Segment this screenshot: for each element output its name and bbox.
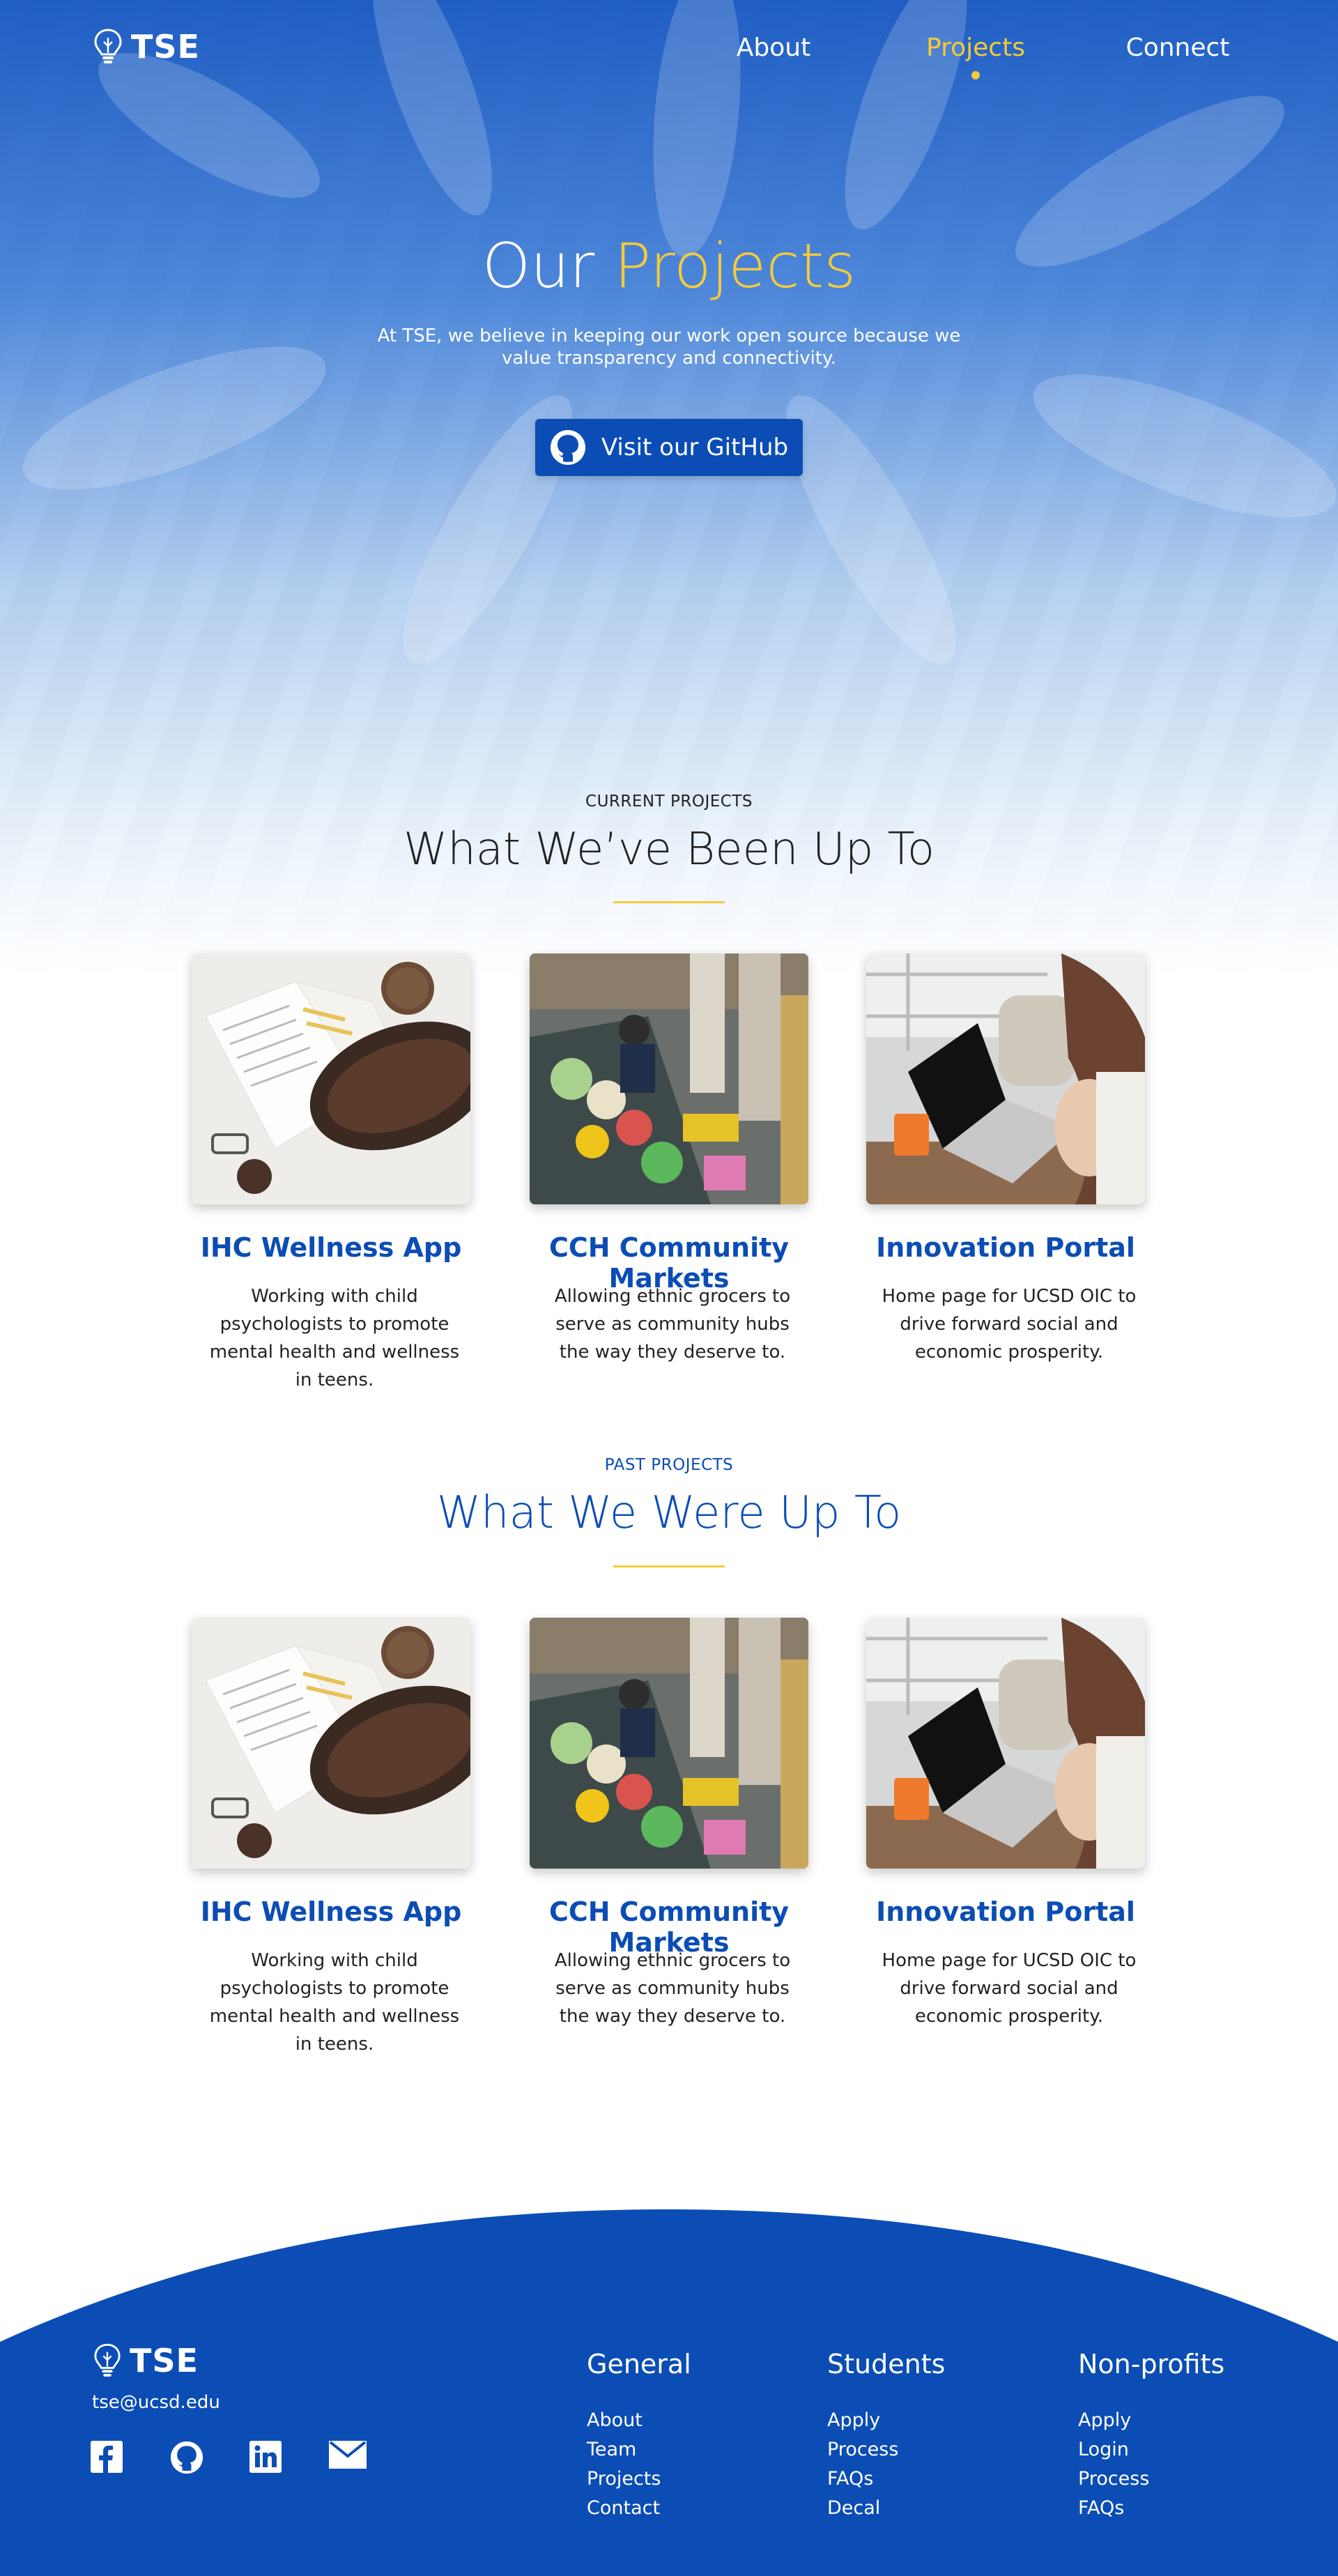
github-button[interactable]: Visit our GitHub bbox=[535, 419, 803, 476]
lightbulb-icon bbox=[94, 2343, 121, 2377]
footer-link-apply[interactable]: Apply bbox=[827, 2406, 945, 2435]
page-title-plain: Our bbox=[482, 230, 595, 302]
footer-logo[interactable]: TSE bbox=[93, 2342, 199, 2379]
footer-logo-text: TSE bbox=[130, 2342, 199, 2379]
logo-text: TSE bbox=[131, 28, 200, 66]
site-logo[interactable]: TSE bbox=[93, 28, 200, 66]
past-projects-kicker: PAST PROJECTS bbox=[604, 1456, 734, 1474]
project-description: Home page for UCSD OIC to drive forward … bbox=[882, 1950, 1137, 2027]
footer-link-login[interactable]: Login bbox=[1078, 2435, 1224, 2464]
footer-link-projects[interactable]: Projects bbox=[587, 2464, 691, 2494]
floating-market-photo bbox=[530, 1618, 808, 1869]
github-icon bbox=[550, 430, 585, 465]
nav-links: About Projects Connect bbox=[711, 33, 1240, 79]
footer-column-general: General About Team Projects Contact bbox=[587, 2349, 691, 2523]
active-indicator-dot bbox=[971, 71, 980, 79]
footer-link-decal[interactable]: Decal bbox=[827, 2494, 945, 2523]
past-projects-title: What We Were Up To bbox=[436, 1487, 902, 1539]
nav-link-projects-label: Projects bbox=[926, 33, 1025, 62]
footer-link-apply[interactable]: Apply bbox=[1078, 2406, 1224, 2435]
project-title: IHC Wellness App bbox=[200, 1896, 462, 1927]
page-title: Our Projects bbox=[0, 230, 1338, 302]
footer-link-team[interactable]: Team bbox=[587, 2435, 691, 2464]
github-button-label: Visit our GitHub bbox=[601, 434, 789, 461]
mail-icon[interactable] bbox=[329, 2441, 367, 2477]
site-footer: TSE tse@ucsd.edu General About Team Proj… bbox=[0, 2202, 1338, 2576]
book-and-knitting-photo bbox=[192, 953, 470, 1204]
current-projects-title: What We’ve Been Up To bbox=[403, 824, 935, 875]
github-icon[interactable] bbox=[170, 2441, 206, 2477]
floating-market-photo bbox=[530, 953, 808, 1204]
book-and-knitting-photo bbox=[192, 1618, 470, 1869]
laptop-user-photo bbox=[866, 953, 1145, 1204]
footer-column-heading: General bbox=[587, 2349, 691, 2379]
footer-column-heading: Students bbox=[827, 2349, 946, 2379]
project-description: Home page for UCSD OIC to drive forward … bbox=[882, 1286, 1137, 1363]
footer-link-about[interactable]: About bbox=[587, 2406, 691, 2435]
project-description: Working with child psychologists to prom… bbox=[209, 1950, 460, 2055]
footer-email[interactable]: tse@ucsd.edu bbox=[92, 2392, 220, 2413]
project-description: Allowing ethnic grocers to serve as comm… bbox=[554, 1286, 791, 1363]
footer-column-students: Students Apply Process FAQs Decal bbox=[827, 2349, 945, 2523]
nav-link-about[interactable]: About bbox=[711, 33, 836, 62]
hero-subtitle: At TSE, we believe in keeping our work o… bbox=[377, 325, 961, 369]
current-section-divider bbox=[613, 901, 725, 903]
lightbulb-icon bbox=[94, 29, 122, 63]
project-description: Working with child psychologists to prom… bbox=[209, 1286, 460, 1390]
footer-link-process[interactable]: Process bbox=[827, 2435, 945, 2464]
project-description: Allowing ethnic grocers to serve as comm… bbox=[554, 1950, 791, 2027]
nav-link-projects[interactable]: Projects bbox=[913, 33, 1038, 79]
project-title: IHC Wellness App bbox=[200, 1232, 462, 1263]
nav-link-connect[interactable]: Connect bbox=[1115, 33, 1240, 62]
top-navigation: TSE About Projects Connect bbox=[0, 28, 1338, 79]
footer-column-heading: Non-profits bbox=[1078, 2349, 1225, 2379]
current-projects-kicker: CURRENT PROJECTS bbox=[585, 792, 753, 811]
footer-link-contact[interactable]: Contact bbox=[587, 2494, 691, 2523]
laptop-user-photo bbox=[866, 1618, 1145, 1869]
page-title-accent: Projects bbox=[614, 230, 856, 302]
footer-link-faqs[interactable]: FAQs bbox=[1078, 2494, 1224, 2523]
linkedin-icon[interactable] bbox=[249, 2441, 286, 2477]
project-title: Innovation Portal bbox=[876, 1232, 1135, 1263]
footer-column-non-profits: Non-profits Apply Login Process FAQs bbox=[1078, 2349, 1224, 2523]
footer-link-process[interactable]: Process bbox=[1078, 2464, 1224, 2494]
past-section-divider bbox=[613, 1565, 725, 1567]
facebook-icon[interactable] bbox=[91, 2441, 127, 2477]
project-title: Innovation Portal bbox=[876, 1896, 1135, 1927]
footer-link-faqs[interactable]: FAQs bbox=[827, 2464, 945, 2494]
